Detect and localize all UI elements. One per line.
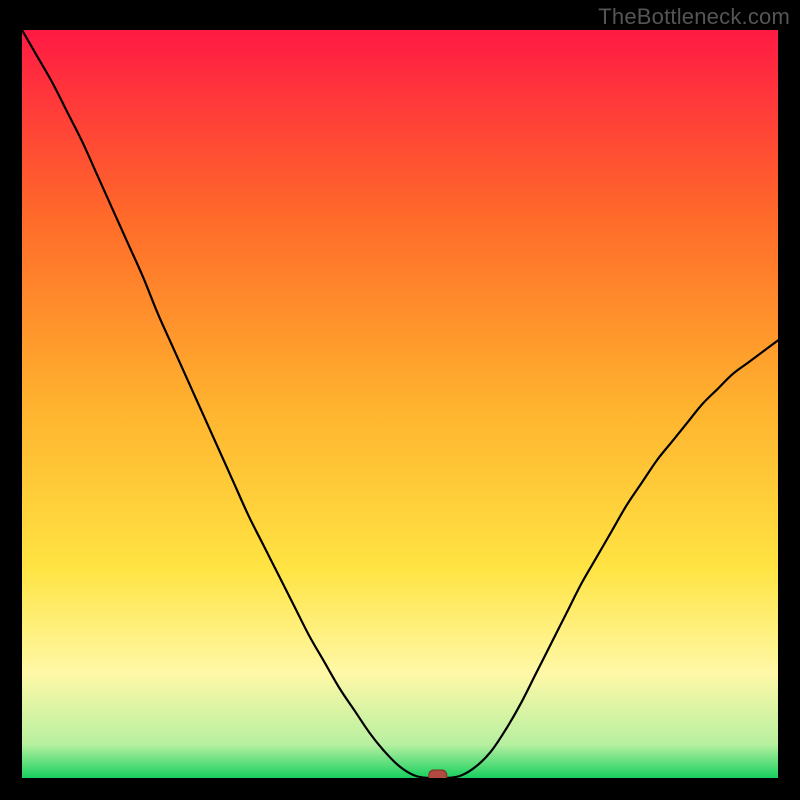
plot-area xyxy=(22,30,778,778)
watermark-text: TheBottleneck.com xyxy=(598,4,790,30)
operating-point-marker xyxy=(429,770,447,778)
gradient-background xyxy=(22,30,778,778)
bottleneck-chart xyxy=(22,30,778,778)
chart-frame: TheBottleneck.com xyxy=(0,0,800,800)
